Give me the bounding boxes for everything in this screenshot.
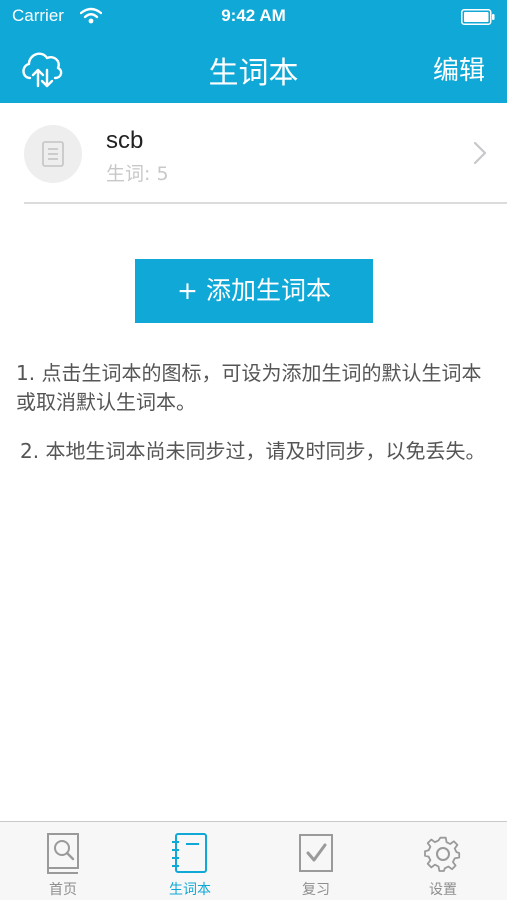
wordbook-word-count: 生词: 5 (106, 163, 169, 185)
status-bar: Carrier 9:42 AM (0, 0, 507, 34)
review-check-icon (299, 834, 333, 872)
wordbook-name: scb (106, 127, 144, 154)
battery-icon (461, 9, 495, 25)
tab-review[interactable]: 复习 (253, 822, 379, 901)
wordbook-row-scb[interactable]: scb 生词: 5 (24, 103, 507, 204)
nav-bar: 生词本 编辑 (0, 34, 507, 103)
edit-button[interactable]: 编辑 (433, 50, 485, 87)
notebook-icon (172, 833, 207, 873)
add-wordbook-button[interactable]: + 添加生词本 (135, 259, 373, 323)
gear-icon (424, 836, 461, 872)
page-title: 生词本 (208, 56, 299, 91)
wordbook-default-toggle[interactable] (24, 125, 82, 183)
tab-wordbook-label: 生词本 (169, 882, 211, 898)
notebook-icon (42, 141, 64, 167)
tab-home[interactable]: 首页 (0, 822, 126, 901)
tab-settings-label: 设置 (429, 882, 457, 898)
tab-home-label: 首页 (49, 882, 77, 898)
tab-review-label: 复习 (302, 882, 330, 898)
tab-bar: 首页 生词本 复习 设置 (0, 821, 507, 900)
status-time: 9:42 AM (221, 6, 286, 25)
chevron-right-icon (473, 141, 487, 165)
tab-settings[interactable]: 设置 (380, 822, 506, 901)
hint-text-sync-warning: 2. 本地生词本尚未同步过，请及时同步，以免丢失。 (20, 439, 486, 463)
tab-wordbook[interactable]: 生词本 (127, 822, 253, 901)
top-bar: Carrier 9:42 AM 生词本 编辑 (0, 0, 507, 103)
home-book-icon (47, 833, 79, 874)
hint-text-default-wordbook: 1. 点击生词本的图标，可设为添加生词的默认生词本或取消默认生词本。 (16, 361, 482, 414)
